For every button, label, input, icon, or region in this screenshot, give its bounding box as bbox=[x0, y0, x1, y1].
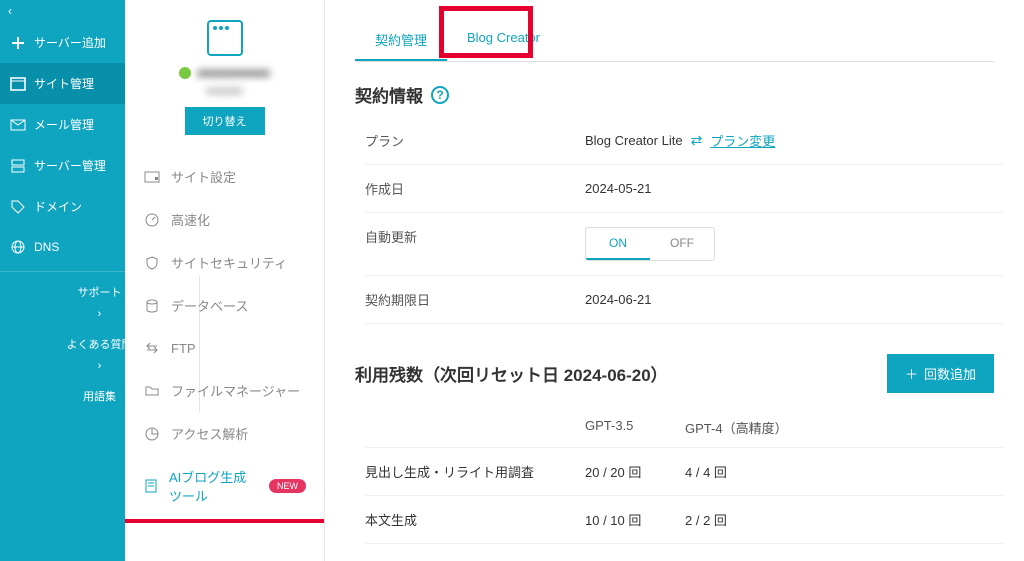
new-badge: NEW bbox=[269, 479, 306, 493]
chart-icon bbox=[143, 425, 161, 443]
usage-title: 利用残数（次回リセット日 2024-06-20） bbox=[355, 361, 668, 386]
usage-heading: 利用残数（次回リセット日 2024-06-20） ＋ 回数追加 bbox=[355, 354, 994, 393]
nav-dns[interactable]: DNS bbox=[0, 227, 125, 267]
usage-table: GPT-3.5 GPT-4（高精度） 見出し生成・リライト用調査 20 / 20… bbox=[365, 408, 1004, 561]
usage-row: タイトル生成 10 / 10 回 2 / 2 回 bbox=[365, 543, 1004, 561]
nav-domain[interactable]: ドメイン bbox=[0, 186, 125, 227]
nav-label: サーバー管理 bbox=[34, 157, 106, 174]
window-icon bbox=[10, 76, 26, 92]
document-icon bbox=[143, 477, 159, 495]
submenu-analytics[interactable]: アクセス解析 bbox=[125, 412, 324, 455]
usage-row: 本文生成 10 / 10 回 2 / 2 回 bbox=[365, 495, 1004, 543]
left-nav: ‹ サーバー追加 サイト管理 メール管理 サーバー管理 ドメイン DNS サポー… bbox=[0, 0, 125, 561]
nav-server-manage[interactable]: サーバー管理 bbox=[0, 145, 125, 186]
database-icon bbox=[143, 297, 161, 315]
shield-icon bbox=[143, 254, 161, 272]
swap-icon: ⇄ bbox=[691, 132, 703, 149]
nav-label: サーバー追加 bbox=[34, 34, 106, 51]
speed-icon bbox=[143, 211, 161, 229]
tabs: 契約管理 Blog Creator bbox=[355, 20, 994, 62]
sub-sidebar: ■■■■■■■■■■ ■■■■■■ 切り替え サイト設定 高速化 サイトセキュリ… bbox=[125, 0, 325, 561]
chevron-right-icon: › bbox=[98, 308, 102, 320]
usage-row: 見出し生成・リライト用調査 20 / 20 回 4 / 4 回 bbox=[365, 447, 1004, 495]
switch-button[interactable]: 切り替え bbox=[185, 107, 265, 135]
submenu-ai-blog[interactable]: AIブログ生成ツールNEW bbox=[125, 455, 324, 517]
settings-icon bbox=[143, 168, 161, 186]
globe-icon bbox=[10, 239, 26, 255]
plus-icon: ＋ bbox=[905, 364, 918, 383]
submenu-site-settings[interactable]: サイト設定 bbox=[125, 155, 324, 198]
submenu-speed[interactable]: 高速化 bbox=[125, 198, 324, 241]
folder-icon bbox=[143, 382, 161, 400]
site-name: ■■■■■■■■■■ bbox=[145, 66, 304, 80]
row-plan: プラン Blog Creator Lite ⇄ プラン変更 bbox=[365, 117, 1004, 165]
nav-label: DNS bbox=[34, 240, 59, 254]
row-created: 作成日 2024-05-21 bbox=[365, 165, 1004, 213]
tag-icon bbox=[10, 199, 26, 215]
divider bbox=[0, 271, 125, 272]
nav-mail-manage[interactable]: メール管理 bbox=[0, 104, 125, 145]
mail-icon bbox=[10, 117, 26, 133]
submenu-database[interactable]: データベース bbox=[125, 284, 324, 327]
toggle-off[interactable]: OFF bbox=[650, 228, 714, 260]
auto-renew-toggle[interactable]: ON OFF bbox=[585, 227, 715, 261]
site-subname: ■■■■■■ bbox=[145, 86, 304, 97]
plus-icon bbox=[10, 35, 26, 51]
contract-table: プラン Blog Creator Lite ⇄ プラン変更 作成日 2024-0… bbox=[365, 117, 1004, 324]
server-icon bbox=[10, 158, 26, 174]
site-header: ■■■■■■■■■■ ■■■■■■ 切り替え bbox=[125, 10, 324, 155]
submenu-security[interactable]: サイトセキュリティ bbox=[125, 241, 324, 284]
nav-site-manage[interactable]: サイト管理 bbox=[0, 63, 125, 104]
nav-label: メール管理 bbox=[34, 116, 94, 133]
submenu-ftp[interactable]: FTP bbox=[125, 327, 324, 369]
usage-table-head: GPT-3.5 GPT-4（高精度） bbox=[365, 408, 1004, 447]
row-expiry: 契約期限日 2024-06-21 bbox=[365, 276, 1004, 324]
row-auto-renew: 自動更新 ON OFF bbox=[365, 213, 1004, 276]
help-icon[interactable]: ? bbox=[431, 86, 449, 104]
plan-change-link[interactable]: プラン変更 bbox=[710, 131, 775, 150]
main-content: 契約管理 Blog Creator 契約情報 ? プラン Blog Creato… bbox=[325, 0, 1024, 561]
nav-label: ドメイン bbox=[34, 198, 82, 215]
nav-label: サイト管理 bbox=[34, 75, 94, 92]
tab-contract[interactable]: 契約管理 bbox=[355, 20, 447, 61]
submenu-filemanager[interactable]: ファイルマネージャー bbox=[125, 369, 324, 412]
chevron-right-icon: › bbox=[98, 360, 102, 372]
ftp-icon bbox=[143, 339, 161, 357]
toggle-on[interactable]: ON bbox=[586, 228, 650, 260]
highlight-line bbox=[125, 519, 324, 523]
site-icon bbox=[207, 20, 243, 56]
contract-title: 契約情報 ? bbox=[355, 82, 994, 107]
nav-server-add[interactable]: サーバー追加 bbox=[0, 22, 125, 63]
nav-back[interactable]: ‹ bbox=[0, 0, 125, 22]
add-count-button[interactable]: ＋ 回数追加 bbox=[887, 354, 994, 393]
power-icon bbox=[179, 67, 191, 79]
tab-blog-creator[interactable]: Blog Creator bbox=[447, 20, 560, 61]
